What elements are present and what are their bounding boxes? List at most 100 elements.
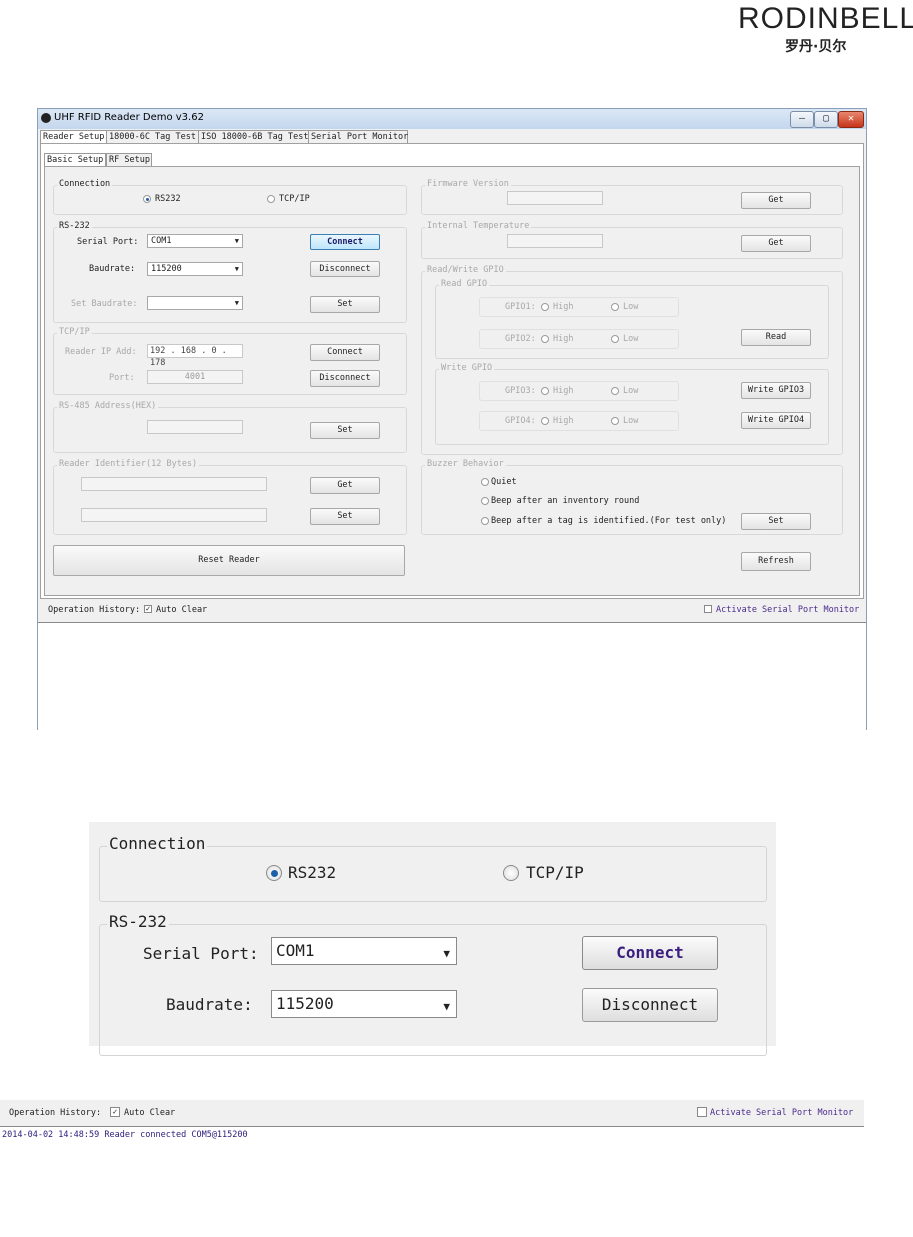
minimize-button[interactable]: –: [790, 111, 814, 128]
history-crop: Operation History: ✓ Auto Clear Activate…: [0, 1100, 864, 1237]
window-title: UHF RFID Reader Demo v3.62: [54, 112, 204, 123]
set-baudrate-button[interactable]: Set: [310, 296, 380, 313]
history-label: Operation History:: [48, 605, 141, 615]
history-toolbar: Operation History: ✓ Auto Clear Activate…: [40, 599, 862, 621]
set-baudrate-label: Set Baudrate:: [71, 299, 138, 309]
read-gpio-label: Read GPIO: [439, 279, 490, 289]
identifier-get-button[interactable]: Get: [310, 477, 380, 494]
zoom-connection-group: [99, 846, 767, 902]
connect-button[interactable]: Connect: [310, 234, 380, 250]
close-button[interactable]: ✕: [838, 111, 864, 128]
gpio1-low-radio[interactable]: [611, 303, 619, 311]
zoom-connection-crop: Connection RS232 TCP/IP RS-232 Serial Po…: [89, 822, 776, 1056]
auto-clear-checkbox[interactable]: ✓: [144, 605, 152, 613]
rs485-group-label: RS-485 Address(HEX): [57, 401, 159, 411]
buzzer-set-button[interactable]: Set: [741, 513, 811, 530]
gpio2-low-radio[interactable]: [611, 335, 619, 343]
brand-logo-subtitle: 罗丹·贝尔: [785, 39, 847, 55]
crop-monitor-checkbox[interactable]: [697, 1107, 707, 1117]
tab-rf-setup[interactable]: RF Setup: [106, 153, 152, 166]
refresh-button[interactable]: Refresh: [741, 552, 811, 571]
rs232-radio[interactable]: [143, 195, 151, 203]
read-gpio-button[interactable]: Read: [741, 329, 811, 346]
zoom-serial-port-label: Serial Port:: [143, 944, 259, 963]
disconnect-button[interactable]: Disconnect: [310, 261, 380, 277]
firmware-get-button[interactable]: Get: [741, 192, 811, 209]
auto-clear-label: Auto Clear: [156, 605, 208, 615]
zoom-connection-label: Connection: [107, 834, 208, 853]
buzzer-quiet-radio[interactable]: [481, 478, 489, 486]
gpio2-high-radio[interactable]: [541, 335, 549, 343]
write-gpio3-button[interactable]: Write GPIO3: [741, 382, 811, 399]
reset-reader-button[interactable]: Reset Reader: [53, 545, 405, 576]
zoom-connect-button[interactable]: Connect: [582, 936, 718, 970]
tab-reader-setup[interactable]: Reader Setup: [40, 130, 108, 144]
brand-logo: RODINBELL: [738, 2, 913, 35]
gpio2-label: GPIO2:: [505, 334, 536, 344]
tab-18000-6c[interactable]: 18000-6C Tag Test: [106, 130, 200, 143]
firmware-field[interactable]: [507, 191, 603, 205]
firmware-label: Firmware Version: [425, 179, 511, 189]
gpio4-low-label: Low: [623, 416, 639, 426]
gpio1-low-label: Low: [623, 302, 639, 312]
gpio2-low-label: Low: [623, 334, 639, 344]
temperature-get-button[interactable]: Get: [741, 235, 811, 252]
crop-auto-clear-checkbox[interactable]: ✓: [110, 1107, 120, 1117]
monitor-checkbox[interactable]: [704, 605, 712, 613]
history-log-entry: 2014-04-02 14:48:59 Reader connected COM…: [2, 1130, 248, 1140]
title-bar: UHF RFID Reader Demo v3.62 – ▢ ✕: [38, 109, 866, 129]
history-log[interactable]: [38, 622, 866, 730]
zoom-baudrate-label: Baudrate:: [166, 995, 253, 1014]
port-field[interactable]: 4001: [147, 370, 243, 384]
gpio3-high-radio[interactable]: [541, 387, 549, 395]
buzzer-round-label: Beep after an inventory round: [491, 496, 640, 506]
tab-basic-setup[interactable]: Basic Setup: [44, 153, 106, 167]
zoom-rs232-group-label: RS-232: [107, 912, 169, 931]
buzzer-round-radio[interactable]: [481, 497, 489, 505]
serial-port-select[interactable]: COM1 ▼: [147, 234, 243, 248]
identifier-set-button[interactable]: Set: [310, 508, 380, 525]
identifier-group-label: Reader Identifier(12 Bytes): [57, 459, 200, 469]
buzzer-tag-radio[interactable]: [481, 517, 489, 525]
zoom-rs232-radio[interactable]: [266, 865, 282, 881]
write-gpio-label: Write GPIO: [439, 363, 495, 373]
gpio4-high-radio[interactable]: [541, 417, 549, 425]
identifier-read-field[interactable]: [81, 477, 267, 491]
rs485-set-button[interactable]: Set: [310, 422, 380, 439]
zoom-serial-port-select[interactable]: COM1 ▼: [271, 937, 457, 965]
zoom-baudrate-select[interactable]: 115200 ▼: [271, 990, 457, 1018]
baudrate-value: 115200: [151, 264, 182, 274]
gpio1-high-radio[interactable]: [541, 303, 549, 311]
gpio3-label: GPIO3:: [505, 386, 536, 396]
gpio3-high-label: High: [553, 386, 574, 396]
crop-history-toolbar: Operation History: ✓ Auto Clear Activate…: [0, 1100, 864, 1127]
tab-serial-port-monitor[interactable]: Serial Port Monitor: [308, 130, 408, 143]
chevron-down-icon: ▼: [234, 237, 239, 245]
reader-ip-field[interactable]: 192 . 168 . 0 . 178: [147, 344, 243, 368]
gpio3-low-radio[interactable]: [611, 387, 619, 395]
baudrate-select[interactable]: 115200 ▼: [147, 262, 243, 276]
identifier-write-field[interactable]: [81, 508, 267, 522]
zoom-baudrate-value: 115200: [276, 994, 334, 1013]
ip-octet-2: 168: [180, 346, 197, 356]
tab-iso-18000-6b[interactable]: ISO 18000-6B Tag Test: [198, 130, 310, 143]
tcpip-radio[interactable]: [267, 195, 275, 203]
tcp-connect-button[interactable]: Connect: [310, 344, 380, 361]
gpio4-low-radio[interactable]: [611, 417, 619, 425]
zoom-tcpip-label: TCP/IP: [526, 863, 584, 882]
crop-history-label: Operation History:: [9, 1108, 102, 1118]
temperature-field[interactable]: [507, 234, 603, 248]
chevron-down-icon: ▼: [443, 947, 450, 960]
chevron-down-icon: ▼: [234, 299, 239, 307]
tcp-disconnect-button[interactable]: Disconnect: [310, 370, 380, 387]
buzzer-quiet-label: Quiet: [491, 477, 517, 487]
zoom-tcpip-radio[interactable]: [503, 865, 519, 881]
crop-auto-clear-label: Auto Clear: [124, 1108, 176, 1118]
rs485-address-field[interactable]: [147, 420, 243, 434]
zoom-disconnect-button[interactable]: Disconnect: [582, 988, 718, 1022]
maximize-button[interactable]: ▢: [814, 111, 838, 128]
set-baudrate-select[interactable]: ▼: [147, 296, 243, 310]
gpio2-high-label: High: [553, 334, 574, 344]
write-gpio4-button[interactable]: Write GPIO4: [741, 412, 811, 429]
app-window: UHF RFID Reader Demo v3.62 – ▢ ✕ Reader …: [37, 108, 867, 730]
